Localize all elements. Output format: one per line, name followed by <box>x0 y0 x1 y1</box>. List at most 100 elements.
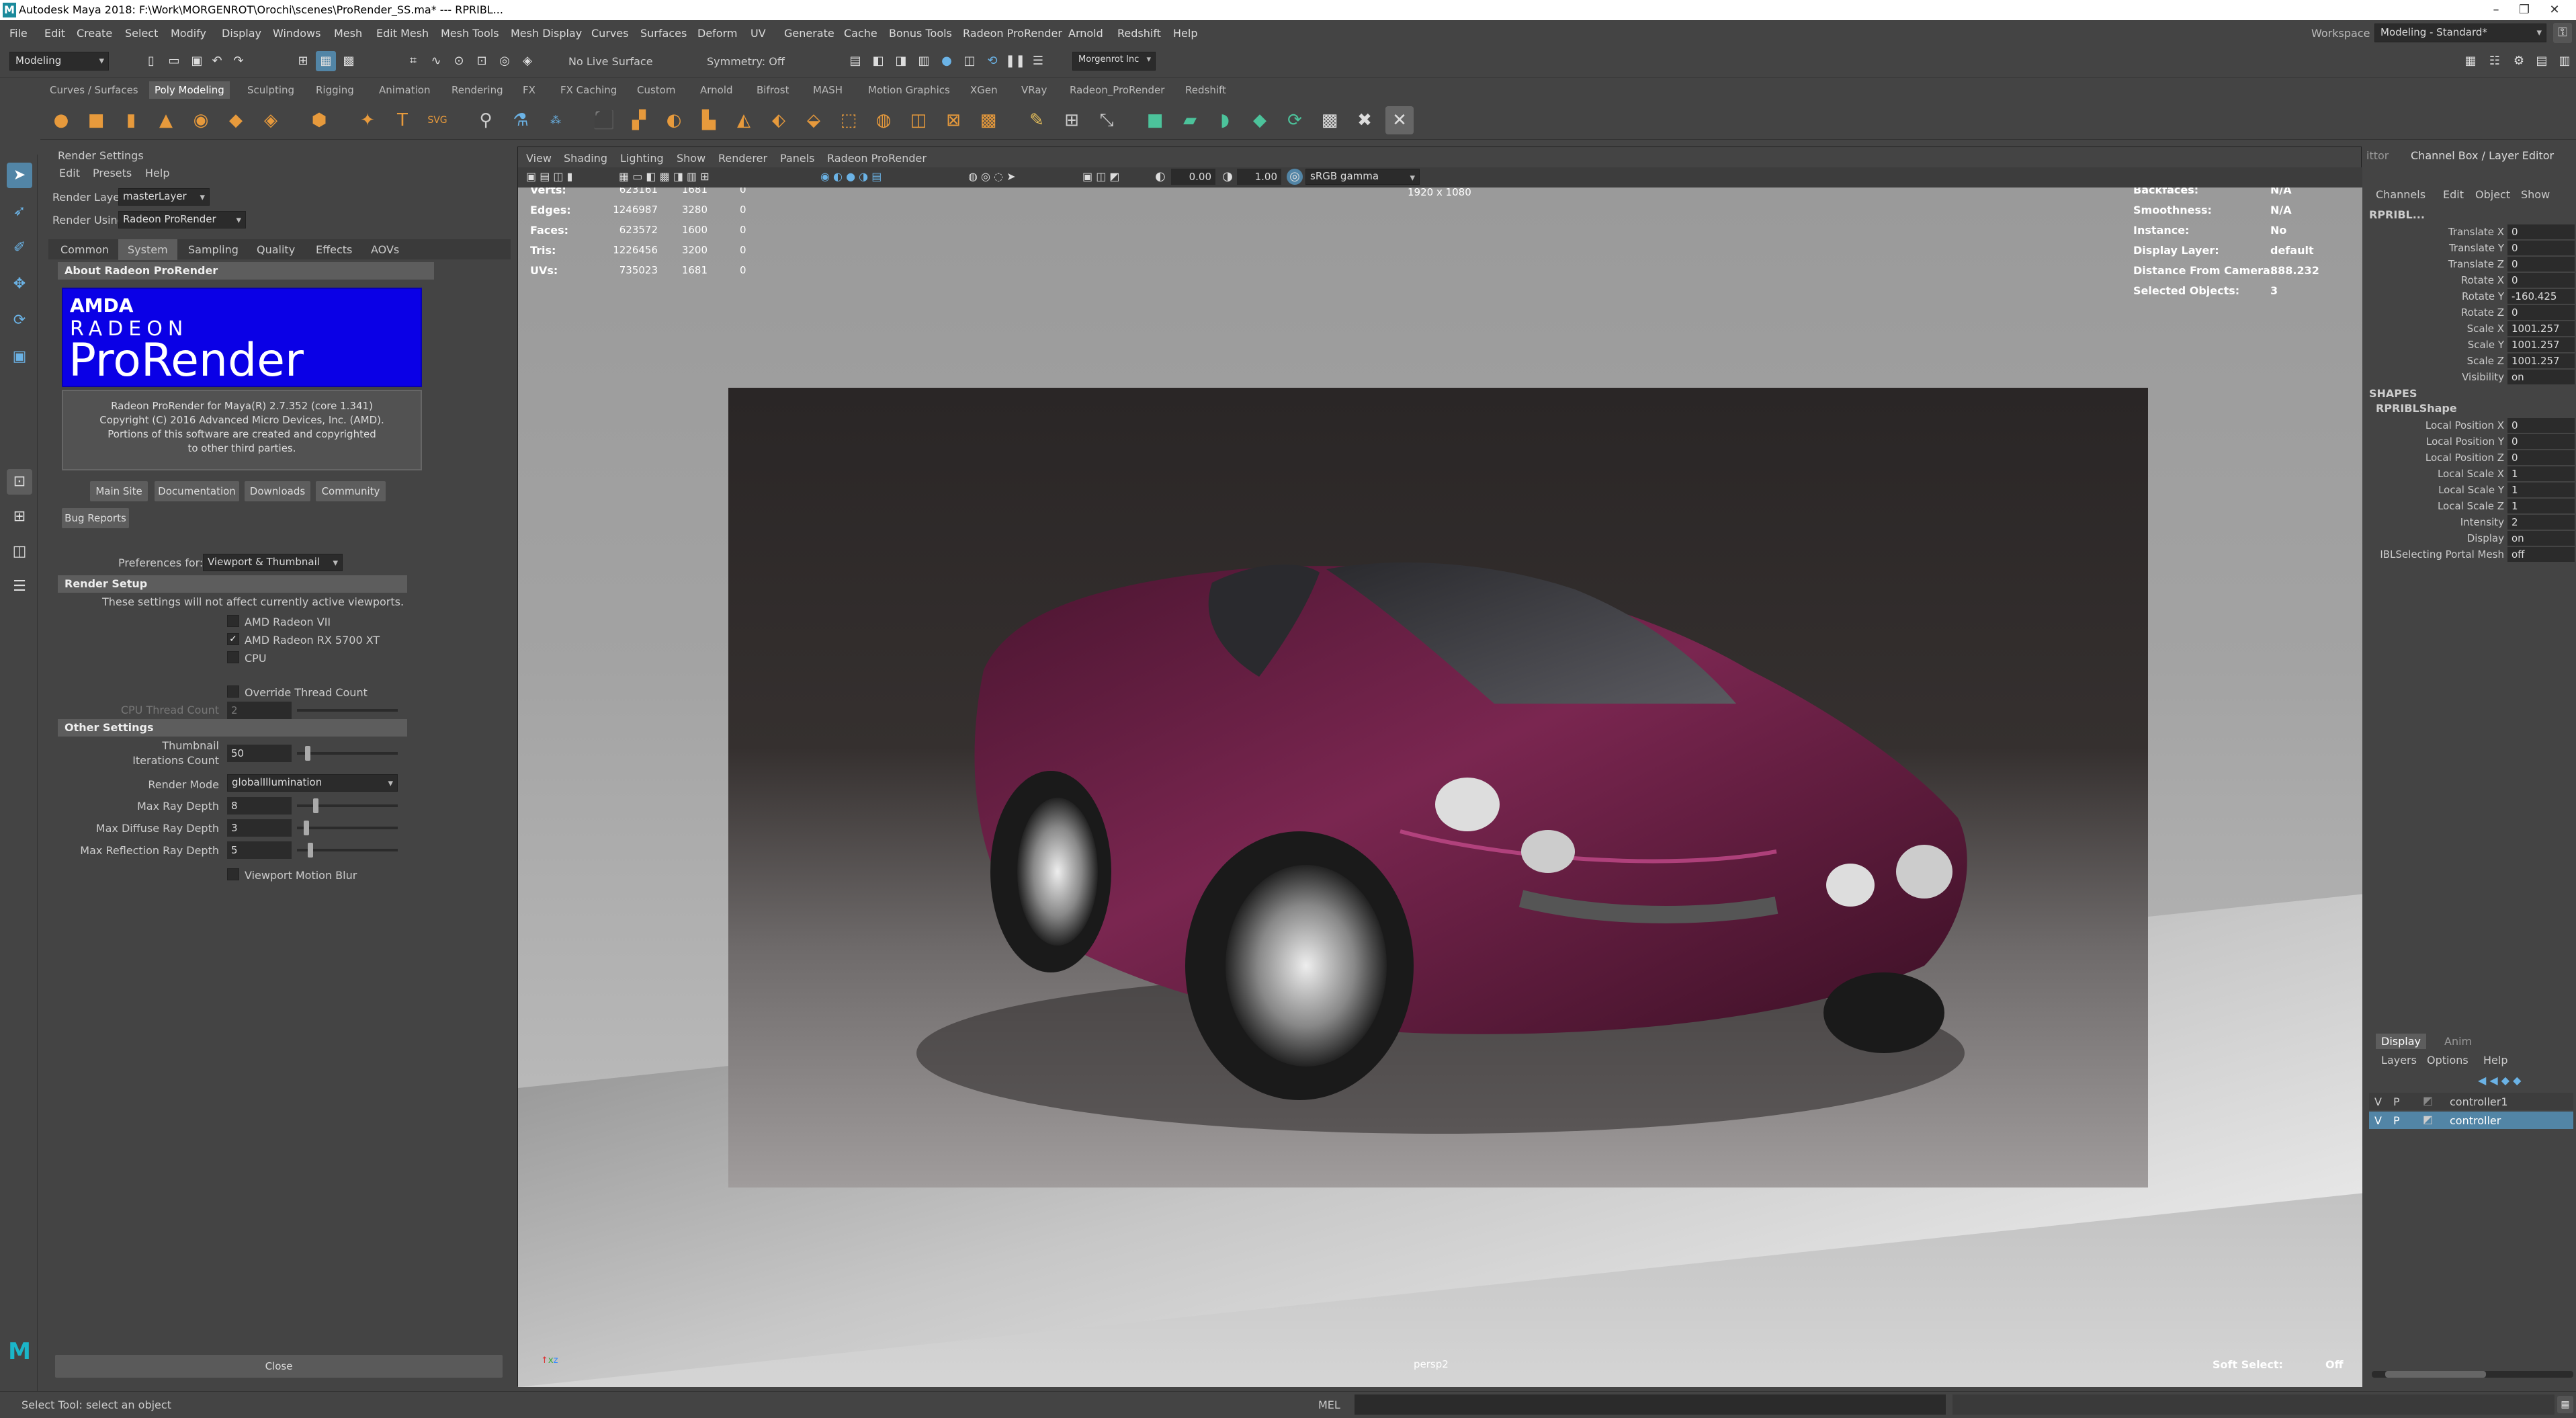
shelf-tab-sculpting[interactable]: Sculpting <box>247 84 294 96</box>
select-by-hierarchy-icon[interactable]: ⊞ <box>293 51 313 71</box>
grid-display-icons[interactable]: ▦ ▭ ◧ ▩ ◨ ▥ ⊞ <box>619 170 710 183</box>
layer-scrollbar[interactable] <box>2372 1371 2573 1378</box>
move-tool-icon[interactable]: ✥ <box>7 272 32 297</box>
layer-menu-help[interactable]: Help <box>2483 1054 2507 1067</box>
shape-attr-value[interactable]: 1 <box>2507 466 2575 481</box>
attr-value[interactable]: 0 <box>2507 305 2575 320</box>
menu-help[interactable]: Help <box>1173 27 1197 40</box>
layer-visibility[interactable]: V <box>2374 1114 2382 1127</box>
render-layer-dropdown[interactable]: masterLayer <box>118 188 210 206</box>
shelf-tab-rendering[interactable]: Rendering <box>452 84 503 96</box>
shelf-tab-redshift[interactable]: Redshift <box>1185 84 1226 96</box>
close-button[interactable]: Close <box>55 1355 503 1378</box>
menu-edit-mesh[interactable]: Edit Mesh <box>376 27 429 40</box>
single-perspective-layout-icon[interactable]: ⊡ <box>7 469 32 495</box>
shape-attr-value[interactable]: 0 <box>2507 450 2575 465</box>
render-mode-dropdown[interactable]: globalIllumination <box>227 774 398 792</box>
attr-value[interactable]: 0 <box>2507 273 2575 288</box>
shelf-tab-arnold[interactable]: Arnold <box>700 84 733 96</box>
menu-radeon-prorender[interactable]: Radeon ProRender <box>963 27 1062 40</box>
bridge-icon[interactable]: ▞ <box>625 106 653 134</box>
device-rx5700xt-checkbox[interactable]: ✓ <box>227 633 239 645</box>
viewport-motion-blur-checkbox[interactable] <box>227 868 239 880</box>
rs-menu-help[interactable]: Help <box>145 167 169 179</box>
rotate-tool-icon[interactable]: ⟳ <box>7 308 32 333</box>
layer-name[interactable]: controller <box>2450 1114 2501 1127</box>
attr-value[interactable]: -160.425 <box>2507 289 2575 304</box>
maya-home-icon[interactable]: M <box>7 1339 32 1364</box>
poly-cylinder-icon[interactable]: ▮ <box>117 106 145 134</box>
rs-menu-presets[interactable]: Presets <box>93 167 132 179</box>
select-by-object-icon[interactable]: ▦ <box>316 51 336 71</box>
community-button[interactable]: Community <box>316 481 386 501</box>
shelf-tab-xgen[interactable]: XGen <box>970 84 998 96</box>
colorspace-dropdown[interactable]: sRGB gamma <box>1305 169 1420 185</box>
live-surface-label[interactable]: No Live Surface <box>568 55 653 68</box>
shelf-tab-rigging[interactable]: Rigging <box>316 84 354 96</box>
poly-cone-icon[interactable]: ▲ <box>152 106 180 134</box>
shape-attr-value[interactable]: on <box>2507 531 2575 546</box>
type-tool-icon[interactable]: T <box>388 106 417 134</box>
cb-menu-channels[interactable]: Channels <box>2376 188 2425 201</box>
merge-icon[interactable]: ⬖ <box>765 106 793 134</box>
render-view-icon[interactable]: ▤ <box>845 51 865 71</box>
target-weld-icon[interactable]: ⊞ <box>1058 106 1086 134</box>
render-setup-header[interactable]: Render Setup <box>58 575 407 593</box>
shelf-tab-motion-graphics[interactable]: Motion Graphics <box>868 84 950 96</box>
cb-menu-edit[interactable]: Edit <box>2443 188 2464 201</box>
layer-name[interactable]: controller1 <box>2450 1095 2508 1108</box>
attribute-editor-icon[interactable]: ☷ <box>2485 51 2505 71</box>
connect-icon[interactable]: ▩ <box>974 106 1002 134</box>
poly-disc-icon[interactable]: ◈ <box>257 106 285 134</box>
fill-hole-icon[interactable]: ◭ <box>730 106 758 134</box>
menu-create[interactable]: Create <box>77 27 112 40</box>
layer-menu-layers[interactable]: Layers <box>2381 1054 2417 1067</box>
other-settings-header[interactable]: Other Settings <box>58 719 407 737</box>
attr-value[interactable]: 0 <box>2507 257 2575 272</box>
vp-menu-view[interactable]: View <box>526 152 552 165</box>
menu-uv[interactable]: UV <box>750 27 766 40</box>
channel-box-icon[interactable]: ▤ <box>2532 51 2552 71</box>
thumbnail-iterations-handle[interactable] <box>305 746 310 761</box>
shelf-tab-curves-surfaces[interactable]: Curves / Surfaces <box>50 84 138 96</box>
command-line-input[interactable] <box>1355 1394 1946 1415</box>
color-management-icon[interactable]: ◎ <box>1287 169 1303 185</box>
tab-quality[interactable]: Quality <box>257 243 295 256</box>
poly-torus-icon[interactable]: ◉ <box>187 106 215 134</box>
device-radeon-vii-checkbox[interactable] <box>227 615 239 627</box>
shape-attr-value[interactable]: 2 <box>2507 515 2575 530</box>
shelf-tab-animation[interactable]: Animation <box>379 84 430 96</box>
exposure-field[interactable]: 0.00 <box>1171 169 1215 185</box>
menu-windows[interactable]: Windows <box>273 27 320 40</box>
bug-reports-button[interactable]: Bug Reports <box>62 508 129 528</box>
max-diffuse-ray-depth-slider[interactable] <box>297 827 398 829</box>
layer-tools-icons[interactable]: ◀ ◀ ◆ ◆ <box>2478 1074 2521 1087</box>
channel-box-tab[interactable]: Channel Box / Layer Editor <box>2411 149 2554 162</box>
scale-tool-icon[interactable]: ▣ <box>7 344 32 370</box>
layer-tab-display[interactable]: Display <box>2376 1034 2426 1049</box>
about-header[interactable]: About Radeon ProRender <box>58 262 434 280</box>
combine-icon[interactable]: ⚲ <box>472 106 500 134</box>
snap-point-icon[interactable]: ⊙ <box>449 51 469 71</box>
device-cpu-checkbox[interactable] <box>227 651 239 663</box>
viewport-scene[interactable]: Verts: 623161 1681 0 Edges: 1246987 3280… <box>518 187 2362 1387</box>
checker-map-icon[interactable]: ▩ <box>1316 106 1344 134</box>
cb-menu-object[interactable]: Object <box>2475 188 2510 201</box>
multi-cut-icon[interactable]: ✎ <box>1023 106 1051 134</box>
collapse-icon[interactable]: ⊠ <box>939 106 968 134</box>
vp-menu-lighting[interactable]: Lighting <box>620 152 664 165</box>
lasso-tool-icon[interactable]: ➶ <box>7 199 32 224</box>
vp-menu-panels[interactable]: Panels <box>780 152 815 165</box>
new-scene-icon[interactable]: ▯ <box>141 51 161 71</box>
poly-sphere-icon[interactable]: ● <box>47 106 75 134</box>
planar-map-icon[interactable]: ▰ <box>1176 106 1204 134</box>
undo-icon[interactable]: ↶ <box>207 51 227 71</box>
menu-arnold[interactable]: Arnold <box>1068 27 1103 40</box>
minimize-icon[interactable]: – <box>2483 1 2509 19</box>
node-name[interactable]: RPRIBL... <box>2369 208 2425 221</box>
menu-select[interactable]: Select <box>125 27 158 40</box>
menu-mesh-tools[interactable]: Mesh Tools <box>441 27 499 40</box>
tab-system[interactable]: System <box>118 239 177 260</box>
menu-curves[interactable]: Curves <box>591 27 629 40</box>
rpr-render-icon[interactable]: ◫ <box>959 51 980 71</box>
